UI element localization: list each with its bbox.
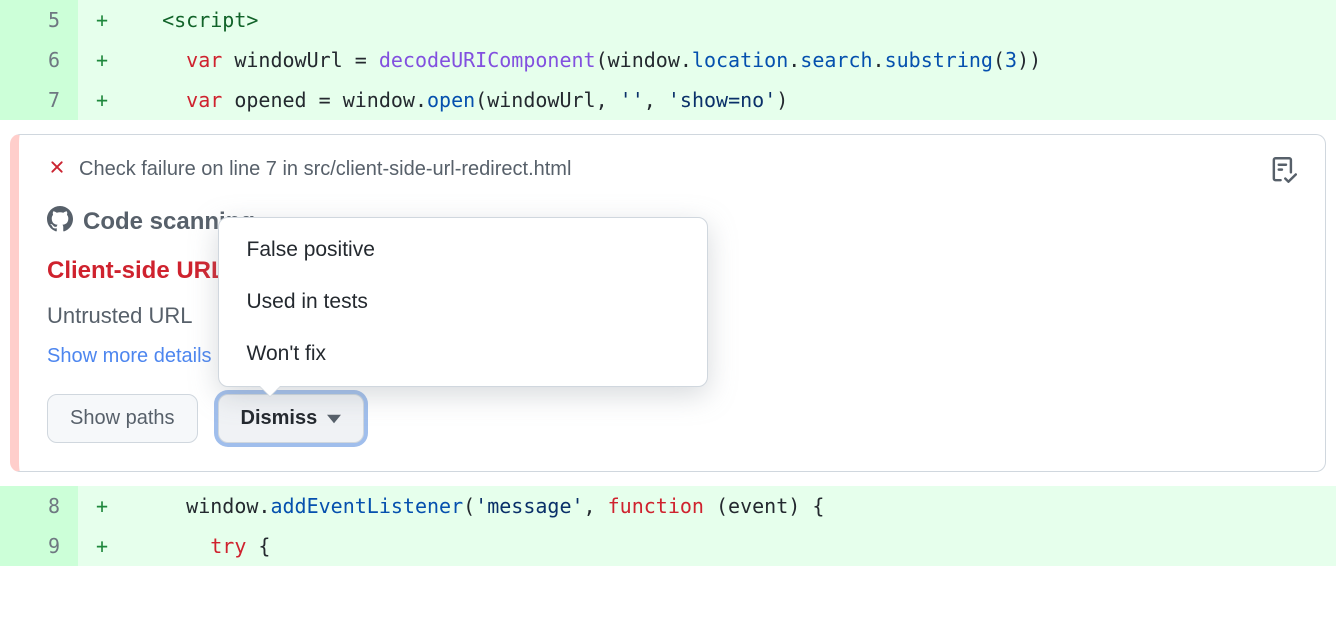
line-number: 6 <box>0 40 78 80</box>
diff-marker: + <box>78 494 138 518</box>
line-number: 5 <box>0 0 78 40</box>
diff-marker: + <box>78 8 138 32</box>
caret-down-icon <box>327 407 341 430</box>
code-line: 7+ var opened = window.open(windowUrl, '… <box>0 80 1336 120</box>
dismiss-label: Dismiss <box>241 407 318 430</box>
show-paths-label: Show paths <box>70 407 175 430</box>
line-number: 7 <box>0 80 78 120</box>
line-number: 9 <box>0 526 78 566</box>
code-line: 5+ <script> <box>0 0 1336 40</box>
dismiss-button[interactable]: Dismiss <box>218 394 365 443</box>
code-line: 9+ try { <box>0 526 1336 566</box>
annotation-header: Check failure on line 7 in src/client-si… <box>47 157 1297 182</box>
code-content: <script> <box>138 8 258 32</box>
dismiss-menu-item[interactable]: Used in tests <box>219 276 707 328</box>
checklist-icon[interactable] <box>1271 157 1297 188</box>
dismiss-menu-item[interactable]: False positive <box>219 224 707 276</box>
check-annotation: Check failure on line 7 in src/client-si… <box>10 134 1326 472</box>
code-content: var windowUrl = decodeURIComponent(windo… <box>138 48 1041 72</box>
code-line: 6+ var windowUrl = decodeURIComponent(wi… <box>0 40 1336 80</box>
show-more-details-link[interactable]: Show more details <box>47 345 212 368</box>
diff-marker: + <box>78 534 138 558</box>
code-line: 8+ window.addEventListener('message', fu… <box>0 486 1336 526</box>
dismiss-menu-item[interactable]: Won't fix <box>219 328 707 380</box>
annotation-location: Check failure on line 7 in src/client-si… <box>79 158 571 181</box>
show-paths-button[interactable]: Show paths <box>47 394 198 443</box>
line-number: 8 <box>0 486 78 526</box>
diff-marker: + <box>78 48 138 72</box>
code-content: var opened = window.open(windowUrl, '', … <box>138 88 788 112</box>
github-icon <box>47 206 73 237</box>
code-content: window.addEventListener('message', funct… <box>138 494 824 518</box>
code-content: try { <box>138 534 270 558</box>
dismiss-menu: False positiveUsed in testsWon't fix <box>218 217 708 387</box>
x-icon <box>47 157 67 182</box>
diff-marker: + <box>78 88 138 112</box>
